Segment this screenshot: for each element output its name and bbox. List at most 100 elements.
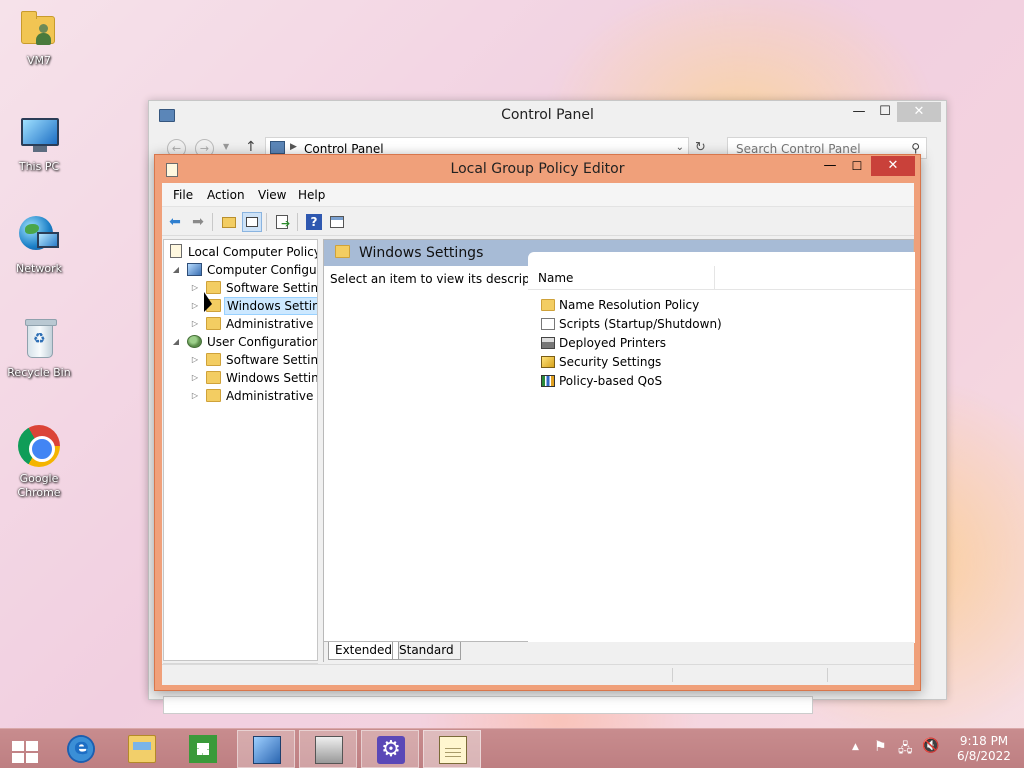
volume-muted-icon[interactable]: 🔇 [922, 738, 939, 754]
taskbar-file-explorer[interactable] [113, 730, 171, 768]
list-item-label: Scripts (Startup/Shutdown) [559, 317, 722, 331]
properties-icon[interactable] [327, 212, 347, 232]
folder-icon [335, 245, 350, 258]
folder-icon [541, 299, 555, 311]
recent-chevron-icon[interactable]: ▼ [223, 142, 229, 151]
recycle-bin-icon [17, 318, 61, 362]
address-dropdown-icon[interactable]: ⌄ [676, 142, 684, 153]
control-panel-small-icon [270, 141, 285, 154]
tree-item-label: Local Computer Policy [188, 245, 318, 259]
folder-icon [206, 389, 221, 402]
toolbar: ⬅ ➡ ➔ ? [162, 208, 914, 236]
forward-arrow-icon[interactable]: ➡ [188, 212, 208, 232]
desktop-icon-recycle-bin[interactable]: Recycle Bin [4, 318, 74, 380]
desktop-icon-google-chrome[interactable]: Google Chrome [4, 424, 74, 500]
taskbar-control-panel[interactable] [237, 730, 295, 768]
breadcrumb-chevron-icon[interactable]: ▶ [290, 142, 297, 152]
view-tabs: Extended Standard [323, 642, 914, 662]
folder-icon [206, 371, 221, 384]
details-pane: Windows Settings Select an item to view … [323, 239, 915, 643]
control-panel-bottom-strip [163, 696, 813, 714]
expand-triangle-icon[interactable]: ▷ [190, 369, 200, 387]
taskbar-store[interactable] [174, 730, 232, 768]
gpe-maximize-button[interactable]: ☐ [845, 157, 869, 177]
printer-icon [541, 337, 555, 349]
network-status-icon[interactable]: 🖧 [898, 739, 913, 761]
group-policy-editor-window[interactable]: Local Group Policy Editor — ☐ ✕ File Act… [154, 154, 921, 691]
tab-extended[interactable]: Extended [328, 642, 399, 660]
script-icon [541, 318, 555, 330]
menu-bar: File Action View Help [162, 183, 914, 207]
cp-minimize-button[interactable]: — [847, 102, 871, 122]
taskbar-group-policy-management[interactable] [299, 730, 357, 768]
taskbar-internet-explorer[interactable] [52, 730, 110, 768]
policy-editor-icon [439, 736, 467, 764]
search-icon[interactable]: ⚲ [911, 141, 920, 155]
show-hide-console-tree-icon[interactable] [242, 212, 262, 232]
column-divider[interactable] [714, 266, 715, 290]
settings-list: Name Name Resolution Policy Scripts (Sta… [528, 252, 915, 643]
expand-triangle-icon[interactable]: ▷ [190, 387, 200, 405]
taskbar-settings[interactable]: ⚙ [361, 730, 419, 768]
list-item-label: Policy-based QoS [559, 374, 663, 388]
expand-triangle-icon[interactable]: ▷ [190, 297, 200, 315]
tree-item-label: User Configuration [207, 335, 318, 349]
menu-help[interactable]: Help [298, 188, 325, 202]
file-explorer-icon [128, 735, 156, 763]
taskbar-clock[interactable]: 9:18 PM 6/8/2022 [954, 734, 1014, 764]
folder-icon [206, 353, 221, 366]
collapse-triangle-icon[interactable]: ◢ [171, 333, 181, 351]
computer-icon [17, 112, 61, 156]
column-header-name[interactable]: Name [538, 271, 573, 285]
desktop-icon-this-pc[interactable]: This PC [4, 112, 74, 174]
description-text: Select an item to view its description. [330, 272, 557, 286]
desktop-icon-label: This PC [18, 160, 60, 173]
users-icon [187, 335, 202, 348]
desktop-icon-label: Google Chrome [17, 472, 61, 499]
taskbar: ⚙ ▲ ⚑ 🖧 🔇 9:18 PM 6/8/2022 [0, 728, 1024, 768]
expand-triangle-icon[interactable]: ▷ [190, 279, 200, 297]
start-button-windows-icon[interactable] [12, 741, 38, 763]
back-arrow-icon[interactable]: ⬅ [165, 212, 185, 232]
group-policy-management-icon [315, 736, 343, 764]
up-arrow-icon[interactable]: ↑ [245, 139, 257, 155]
tree-item-label: Windows Setting [226, 371, 318, 385]
up-folder-icon[interactable] [219, 212, 239, 232]
expand-triangle-icon[interactable]: ▷ [190, 315, 200, 333]
control-panel-titlebar[interactable]: Control Panel — ☐ ✕ [149, 101, 946, 131]
refresh-icon[interactable]: ↻ [695, 140, 706, 155]
details-title: Windows Settings [359, 245, 484, 261]
toolbar-separator [266, 213, 267, 231]
cp-maximize-button[interactable]: ☐ [873, 102, 897, 122]
desktop-icon-network[interactable]: Network [4, 214, 74, 276]
menu-view[interactable]: View [258, 188, 286, 202]
network-icon [17, 214, 61, 258]
collapse-triangle-icon[interactable]: ◢ [171, 261, 181, 279]
tree-item-label: Administrative Te [226, 317, 317, 331]
menu-action[interactable]: Action [207, 188, 245, 202]
expand-triangle-icon[interactable]: ▷ [190, 351, 200, 369]
cp-close-button[interactable]: ✕ [897, 102, 941, 122]
chrome-icon [17, 424, 61, 468]
console-tree-pane[interactable]: Local Computer Policy ◢ Computer Configu… [163, 239, 318, 661]
menu-file[interactable]: File [173, 188, 193, 202]
show-hidden-icons-chevron-icon[interactable]: ▲ [852, 742, 859, 752]
desktop-icon-label: VM7 [26, 54, 51, 67]
taskbar-local-group-policy-editor[interactable] [423, 730, 481, 768]
export-list-icon[interactable]: ➔ [273, 212, 293, 232]
list-item-label: Security Settings [559, 355, 662, 369]
desktop-icon-vm7[interactable]: VM7 [4, 6, 74, 68]
tab-standard[interactable]: Standard [392, 642, 461, 660]
desktop-icon-label: Recycle Bin [7, 366, 71, 379]
gpe-minimize-button[interactable]: — [818, 157, 842, 177]
column-header-row: Name [528, 266, 915, 290]
help-icon[interactable]: ? [304, 212, 324, 232]
qos-chart-icon [541, 375, 555, 387]
gpe-titlebar[interactable]: Local Group Policy Editor — ☐ ✕ [155, 155, 920, 183]
gpe-title: Local Group Policy Editor [450, 161, 625, 177]
tree-item-label: Computer Configura [207, 263, 318, 277]
store-icon [189, 735, 217, 763]
status-divider [672, 668, 673, 682]
action-center-flag-icon[interactable]: ⚑ [874, 739, 887, 755]
gpe-close-button[interactable]: ✕ [871, 156, 915, 176]
